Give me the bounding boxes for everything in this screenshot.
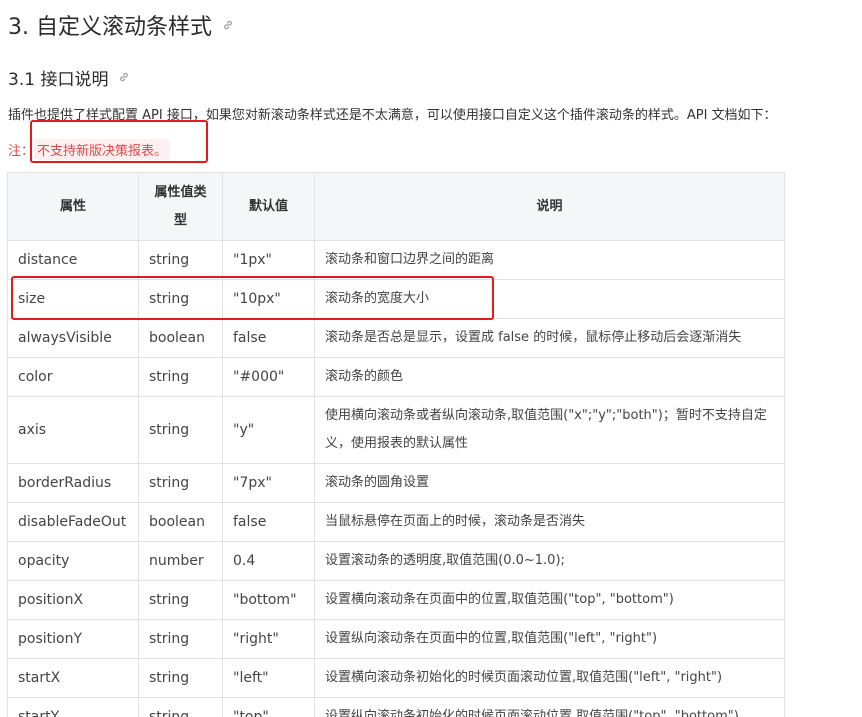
cell-type: string	[138, 658, 223, 698]
cell-description: 设置横向滚动条在页面中的位置,取值范围("top", "bottom")	[314, 580, 785, 620]
cell-description: 滚动条是否总是显示，设置成 false 的时候，鼠标停止移动后会逐渐消失	[314, 318, 785, 358]
cell-property: positionY	[7, 619, 139, 659]
cell-property: distance	[7, 240, 139, 280]
header-description: 说明	[314, 172, 785, 241]
table-row: startX string "left" 设置横向滚动条初始化的时候页面滚动位置…	[7, 658, 785, 698]
table-row: distance string "1px" 滚动条和窗口边界之间的距离	[7, 240, 785, 280]
cell-default: "#000"	[222, 357, 315, 397]
cell-default: "10px"	[222, 279, 315, 319]
link-icon[interactable]	[118, 71, 130, 83]
header-default: 默认值	[222, 172, 315, 241]
cell-default: "top"	[222, 697, 315, 717]
cell-description: 滚动条的圆角设置	[314, 463, 785, 503]
cell-property: startY	[7, 697, 139, 717]
cell-property: opacity	[7, 541, 139, 581]
table-row: borderRadius string "7px" 滚动条的圆角设置	[7, 463, 785, 503]
cell-type: string	[138, 697, 223, 717]
cell-type: string	[138, 357, 223, 397]
table-row: startY string "top" 设置纵向滚动条初始化的时候页面滚动位置,…	[7, 697, 785, 717]
cell-property: borderRadius	[7, 463, 139, 503]
note-line: 注： 不支持新版决策报表。	[8, 138, 171, 160]
cell-property: positionX	[7, 580, 139, 620]
link-icon[interactable]	[222, 19, 234, 31]
header-property: 属性	[7, 172, 139, 241]
cell-default: "y"	[222, 396, 315, 464]
cell-default: "left"	[222, 658, 315, 698]
cell-default: false	[222, 502, 315, 542]
table-row: disableFadeOut boolean false 当鼠标悬停在页面上的时…	[7, 502, 785, 542]
cell-type: string	[138, 463, 223, 503]
cell-property: axis	[7, 396, 139, 464]
cell-type: boolean	[138, 318, 223, 358]
table-header-row: 属性 属性值类型 默认值 说明	[7, 172, 785, 241]
cell-description: 当鼠标悬停在页面上的时候，滚动条是否消失	[314, 502, 785, 542]
intro-text-1: 插件也提供了样式配置	[8, 108, 143, 123]
cell-default: "right"	[222, 619, 315, 659]
cell-default: "bottom"	[222, 580, 315, 620]
subsection-heading: 3.1 接口说明	[8, 64, 130, 90]
cell-description: 设置横向滚动条初始化的时候页面滚动位置,取值范围("left", "right"…	[314, 658, 785, 698]
cell-description: 滚动条的宽度大小	[314, 279, 785, 319]
cell-description: 设置纵向滚动条在页面中的位置,取值范围("left", "right")	[314, 619, 785, 659]
cell-description: 滚动条和窗口边界之间的距离	[314, 240, 785, 280]
doc-page: 3. 自定义滚动条样式 3.1 接口说明 插件也提供了样式配置 API 接口，如…	[0, 0, 862, 717]
api-link[interactable]: API 接口	[142, 108, 193, 123]
table-row: color string "#000" 滚动条的颜色	[7, 357, 785, 397]
cell-property: alwaysVisible	[7, 318, 139, 358]
cell-property: size	[7, 279, 139, 319]
cell-type: string	[138, 619, 223, 659]
intro-paragraph: 插件也提供了样式配置 API 接口，如果您对新滚动条样式还是不太满意，可以使用接…	[8, 106, 858, 126]
subsection-heading-text: 3.1 接口说明	[8, 69, 109, 90]
cell-type: string	[138, 279, 223, 319]
table-row: axis string "y" 使用横向滚动条或者纵向滚动条,取值范围("x";…	[7, 396, 785, 464]
cell-default: "7px"	[222, 463, 315, 503]
cell-type: string	[138, 240, 223, 280]
cell-property: color	[7, 357, 139, 397]
cell-type: number	[138, 541, 223, 581]
cell-default: false	[222, 318, 315, 358]
cell-default: "1px"	[222, 240, 315, 280]
cell-description: 滚动条的颜色	[314, 357, 785, 397]
intro-text-2: ，如果您对新滚动条样式还是不太满意，可以使用接口自定义这个插件滚动条的样式。AP…	[192, 108, 777, 123]
cell-default: 0.4	[222, 541, 315, 581]
note-text: 不支持新版决策报表。	[34, 138, 171, 160]
cell-type: string	[138, 396, 223, 464]
note-prefix: 注：	[8, 143, 35, 159]
cell-property: startX	[7, 658, 139, 698]
section-heading: 3. 自定义滚动条样式	[8, 8, 234, 42]
cell-description: 设置滚动条的透明度,取值范围(0.0~1.0);	[314, 541, 785, 581]
cell-property: disableFadeOut	[7, 502, 139, 542]
cell-type: string	[138, 580, 223, 620]
header-type: 属性值类型	[138, 172, 223, 241]
cell-type: boolean	[138, 502, 223, 542]
cell-description: 设置纵向滚动条初始化的时候页面滚动位置,取值范围("top", "bottom"…	[314, 697, 785, 717]
api-properties-table: 属性 属性值类型 默认值 说明 distance string "1px" 滚动…	[7, 172, 785, 717]
table-row: opacity number 0.4 设置滚动条的透明度,取值范围(0.0~1.…	[7, 541, 785, 581]
section-heading-text: 3. 自定义滚动条样式	[8, 15, 212, 40]
table-row: size string "10px" 滚动条的宽度大小	[7, 279, 785, 319]
table-row: alwaysVisible boolean false 滚动条是否总是显示，设置…	[7, 318, 785, 358]
table-row: positionY string "right" 设置纵向滚动条在页面中的位置,…	[7, 619, 785, 659]
table-row: positionX string "bottom" 设置横向滚动条在页面中的位置…	[7, 580, 785, 620]
cell-description: 使用横向滚动条或者纵向滚动条,取值范围("x";"y";"both")；暂时不支…	[314, 396, 785, 464]
